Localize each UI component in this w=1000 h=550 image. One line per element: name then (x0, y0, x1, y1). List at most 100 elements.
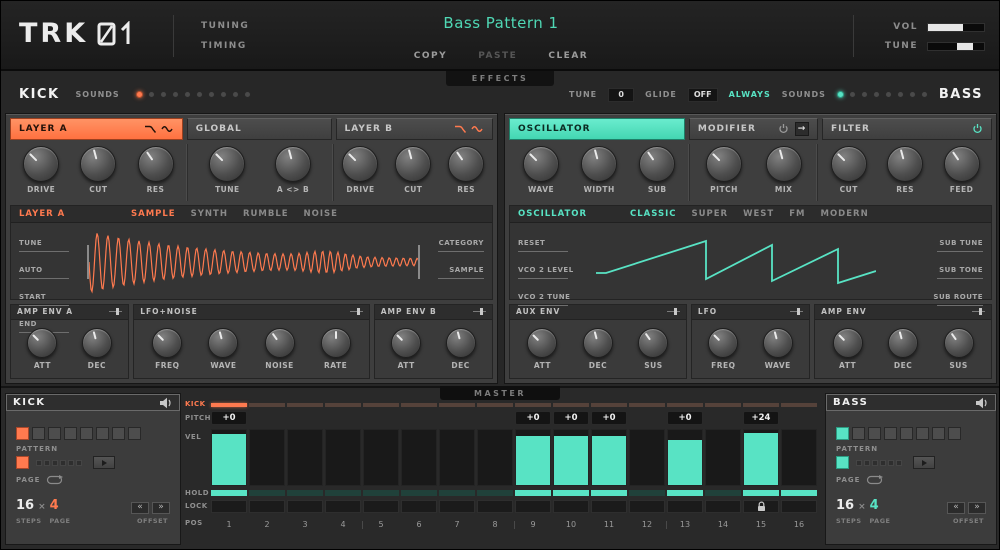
pitch-cell[interactable] (705, 411, 741, 425)
kick-trigger-cell[interactable] (363, 403, 399, 407)
pitch-cell[interactable]: +24 (743, 411, 779, 425)
kick-trigger-cell[interactable] (553, 403, 589, 407)
lock-cell[interactable] (363, 500, 399, 513)
knob-tune[interactable]: TUNE (201, 145, 253, 194)
seq-step-9[interactable]: +0 9 (515, 403, 551, 530)
hold-cell[interactable] (249, 490, 285, 496)
pitch-cell[interactable]: +0 (515, 411, 551, 425)
power-icon[interactable] (972, 123, 983, 134)
pattern-slot[interactable] (44, 459, 50, 466)
speaker-icon[interactable] (975, 397, 989, 409)
bass-channel-header[interactable]: BASS (826, 394, 996, 411)
tab-oscillator[interactable]: OSCILLATOR (509, 118, 685, 140)
hold-cell[interactable] (629, 490, 665, 496)
kick-trigger-cell[interactable] (515, 403, 551, 407)
kick-trigger-cell[interactable] (705, 403, 741, 407)
kick-trigger-cell[interactable] (477, 403, 513, 407)
velocity-cell[interactable] (553, 429, 589, 486)
pattern-slot[interactable] (48, 427, 61, 440)
velocity-cell[interactable] (401, 429, 437, 486)
loop-icon[interactable] (866, 475, 884, 485)
seq-step-16[interactable]: 16 (781, 403, 817, 530)
velocity-cell[interactable] (439, 429, 475, 486)
param-sub-tune[interactable]: SUB TUNE (933, 230, 983, 252)
tab-classic[interactable]: CLASSIC (630, 209, 677, 219)
sound-slot-dot[interactable] (159, 91, 167, 98)
kick-trigger-cell[interactable] (401, 403, 437, 407)
pitch-cell[interactable] (781, 411, 817, 425)
knob-rate[interactable]: RATE (313, 327, 359, 370)
sound-slot-dot[interactable] (219, 91, 227, 98)
sound-slot-dot[interactable] (183, 91, 191, 98)
lock-cell[interactable] (287, 500, 323, 513)
lock-cell[interactable] (249, 500, 285, 513)
knob-wave[interactable]: WAVE (755, 327, 801, 370)
tab-synth[interactable]: SYNTH (191, 209, 228, 219)
pattern-slot[interactable] (32, 427, 45, 440)
pattern-slot[interactable] (864, 459, 870, 466)
sound-slot-dot[interactable] (860, 91, 868, 98)
hold-cell[interactable] (401, 490, 437, 496)
knob-att[interactable]: ATT (519, 327, 565, 370)
tab-layer-a[interactable]: LAYER A (10, 118, 183, 140)
sound-slot-dot[interactable] (195, 91, 203, 98)
sound-slot-dot[interactable] (920, 91, 928, 98)
knob-res[interactable]: RES (879, 145, 931, 194)
play-button[interactable] (913, 456, 935, 469)
pattern-slot[interactable] (836, 456, 849, 469)
seq-step-13[interactable]: +0 13 (667, 403, 703, 530)
param-reset[interactable]: RESET (518, 230, 574, 252)
knob-sus[interactable]: SUS (630, 327, 676, 370)
lock-cell[interactable] (401, 500, 437, 513)
seq-step-8[interactable]: 8 (477, 403, 516, 530)
tab-fm[interactable]: FM (789, 209, 805, 219)
sound-slot-dot[interactable] (908, 91, 916, 98)
param-tune[interactable]: TUNE (19, 230, 69, 252)
velocity-cell[interactable] (287, 429, 323, 486)
knob-mix[interactable]: MIX (758, 145, 810, 194)
seq-step-5[interactable]: 5 (363, 403, 399, 530)
hold-cell[interactable] (325, 490, 361, 496)
seq-step-12[interactable]: 12 (629, 403, 668, 530)
kick-trigger-cell[interactable] (743, 403, 779, 407)
offset-left-button[interactable]: « (131, 501, 149, 514)
pitch-cell[interactable]: +0 (667, 411, 703, 425)
loop-icon[interactable] (46, 475, 64, 485)
sound-slot-dot[interactable] (135, 91, 143, 98)
kick-trigger-cell[interactable] (667, 403, 703, 407)
seq-step-3[interactable]: 3 (287, 403, 323, 530)
hold-cell[interactable] (515, 490, 551, 496)
steps-value[interactable]: 16 (836, 498, 854, 513)
knob-pitch[interactable]: PITCH (698, 145, 750, 194)
lock-cell[interactable] (743, 500, 779, 513)
pattern-slot[interactable] (68, 459, 74, 466)
sample-start-marker[interactable] (87, 244, 89, 279)
knob-noise[interactable]: NOISE (257, 327, 303, 370)
tab-sample[interactable]: SAMPLE (131, 209, 176, 219)
pattern-slot[interactable] (96, 427, 109, 440)
lock-cell[interactable] (477, 500, 513, 513)
kick-trigger-cell[interactable] (211, 403, 247, 407)
knob-wave[interactable]: WAVE (200, 327, 246, 370)
pattern-slot[interactable] (872, 459, 878, 466)
knob-dec[interactable]: DEC (74, 327, 120, 370)
mini-fader-icon[interactable] (666, 308, 680, 316)
knob-freq[interactable]: FREQ (700, 327, 746, 370)
offset-right-button[interactable]: » (152, 501, 170, 514)
knob-wave[interactable]: WAVE (515, 145, 567, 194)
pitch-cell[interactable]: +0 (591, 411, 627, 425)
hold-cell[interactable] (591, 490, 627, 496)
sound-slot-dot[interactable] (896, 91, 904, 98)
knob-res[interactable]: RES (440, 145, 492, 194)
hold-cell[interactable] (287, 490, 323, 496)
lock-cell[interactable] (629, 500, 665, 513)
bass-tune-value[interactable]: 0 (608, 87, 635, 102)
mini-fader-icon[interactable] (473, 308, 486, 316)
seq-step-4[interactable]: 4 (325, 403, 364, 530)
mini-fader-icon[interactable] (349, 308, 363, 316)
speaker-icon[interactable] (159, 397, 173, 409)
pattern-slot[interactable] (16, 456, 29, 469)
copy-button[interactable]: COPY (414, 51, 447, 61)
knob-dec[interactable]: DEC (880, 327, 926, 370)
pattern-slot[interactable] (64, 427, 77, 440)
